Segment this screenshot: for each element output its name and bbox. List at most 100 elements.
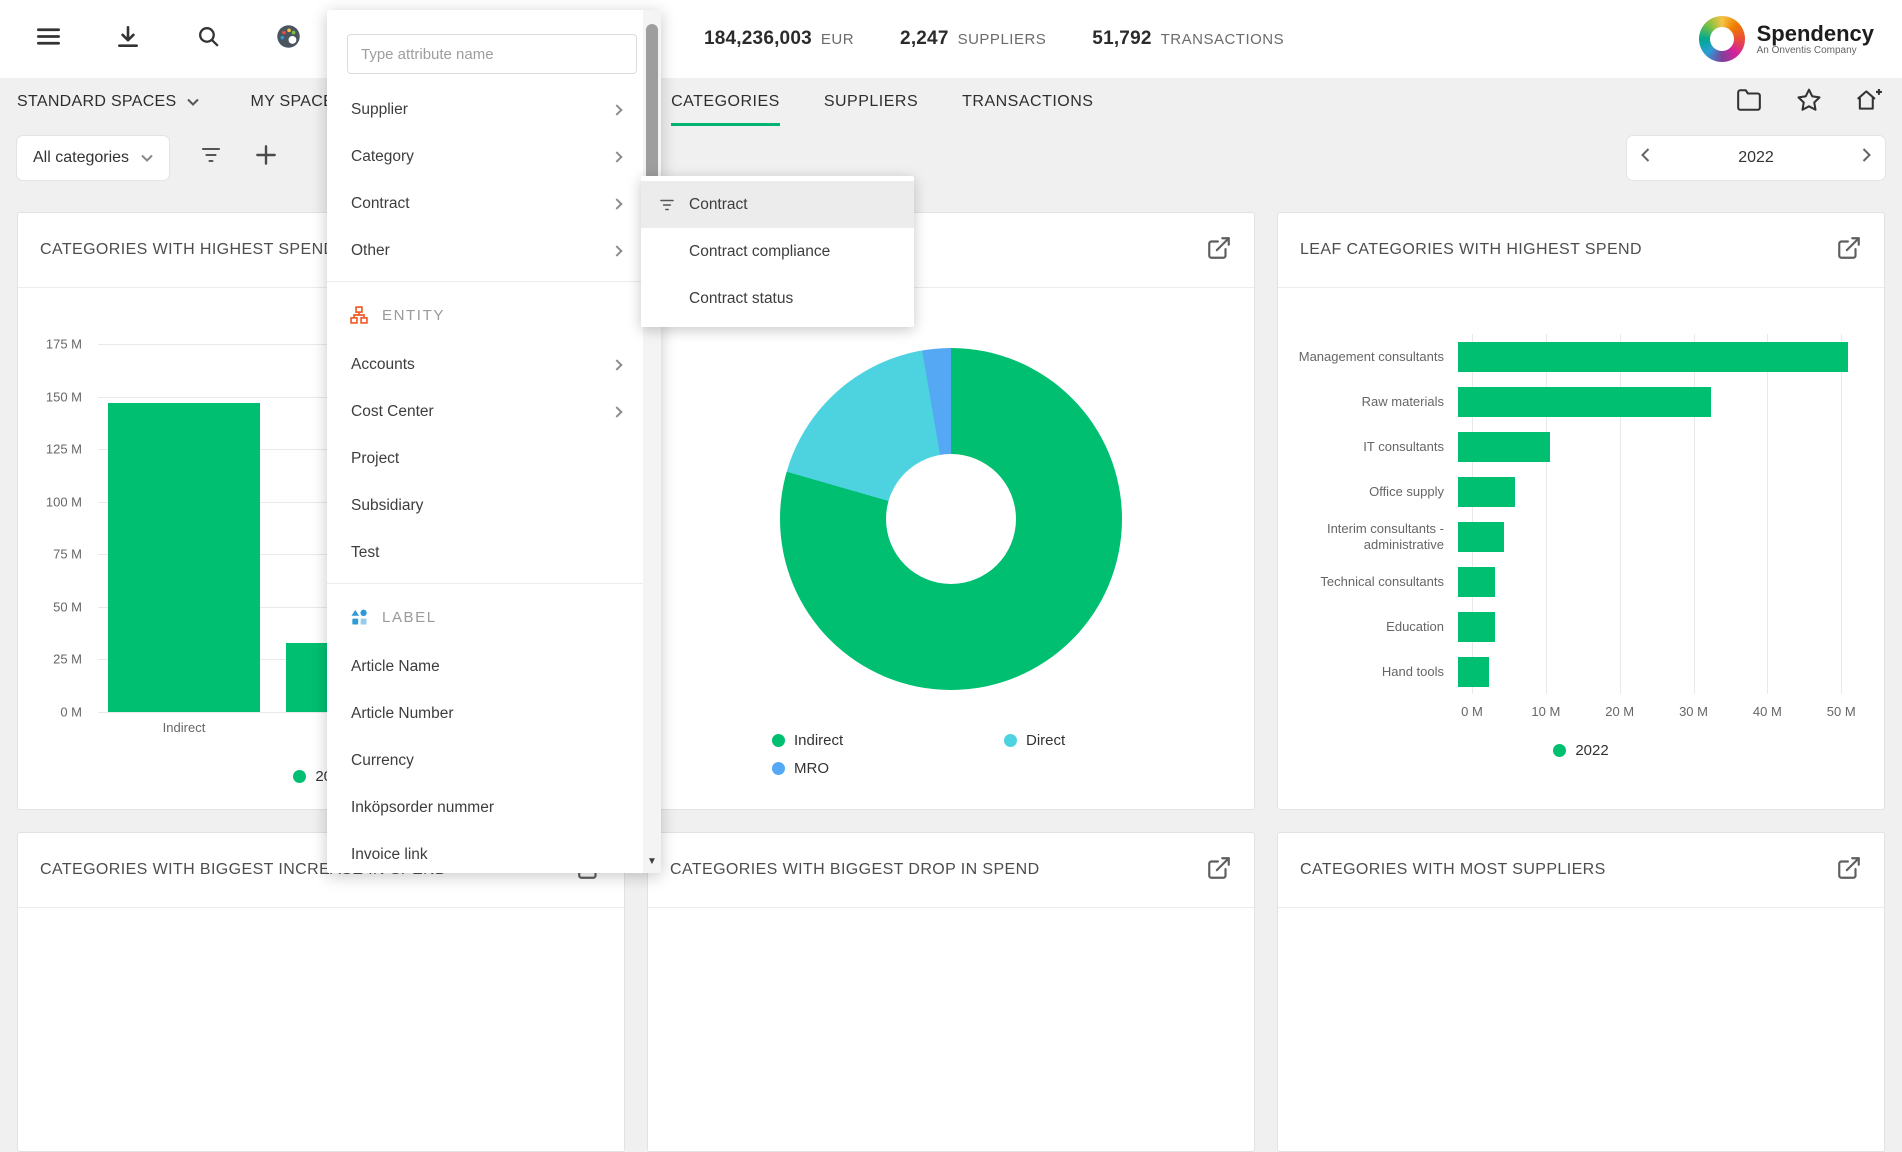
chevron-right-icon <box>611 151 622 162</box>
legend-dot <box>772 734 785 747</box>
attribute-item-label: Test <box>351 544 379 562</box>
leaf-legend-dot <box>1553 744 1566 757</box>
submenu-item-contract-compliance[interactable]: Contract compliance <box>641 228 914 275</box>
bar-it-consultants[interactable] <box>1458 432 1550 462</box>
y-axis-tick: 100 M <box>46 494 82 509</box>
add-dashboard-button[interactable] <box>1853 86 1885 118</box>
category-label: Interim consultants - administrative <box>1278 521 1458 552</box>
scroll-down-arrow-icon[interactable]: ▼ <box>643 856 661 867</box>
kpi-transactions: 51,792 TRANSACTIONS <box>1092 28 1284 50</box>
card-title: CATEGORIES WITH HIGHEST SPEND <box>40 241 335 259</box>
x-axis-tick: 0 M <box>1461 704 1483 719</box>
chart-row: Hand tools <box>1278 649 1884 694</box>
y-axis-tick: 0 M <box>60 705 82 720</box>
section-title: ENTITY <box>382 307 445 324</box>
attribute-search <box>347 34 637 74</box>
submenu-item-contract-status[interactable]: Contract status <box>641 275 914 322</box>
tab-transactions[interactable]: TRANSACTIONS <box>962 78 1093 126</box>
attribute-item-cost-center[interactable]: Cost Center <box>327 388 643 435</box>
attribute-item-ink-psorder-nummer[interactable]: Inköpsorder nummer <box>327 784 643 831</box>
category-label: Management consultants <box>1278 349 1458 365</box>
attribute-item-accounts[interactable]: Accounts <box>327 341 643 388</box>
bar-technical-consultants[interactable] <box>1458 567 1495 597</box>
folder-button[interactable] <box>1733 86 1765 118</box>
standard-spaces-menu[interactable]: STANDARD SPACES <box>17 78 199 126</box>
next-year-button[interactable] <box>1862 148 1871 167</box>
attribute-item-supplier[interactable]: Supplier <box>327 86 643 133</box>
y-axis-tick: 50 M <box>53 599 82 614</box>
category-filter-select[interactable]: All categories <box>17 136 169 180</box>
donut-ring <box>780 348 1122 690</box>
bar-management-consultants[interactable] <box>1458 342 1848 372</box>
chart-row: IT consultants <box>1278 424 1884 469</box>
attribute-item-article-name[interactable]: Article Name <box>327 643 643 690</box>
legend-label: 2022 <box>1575 742 1608 759</box>
attribute-item-contract[interactable]: Contract <box>327 180 643 227</box>
attribute-item-invoice-link[interactable]: Invoice link <box>327 831 643 873</box>
bar-raw-materials[interactable] <box>1458 387 1711 417</box>
filterbar: All categories 2022 <box>0 126 1902 189</box>
bar-track <box>1458 567 1856 597</box>
attribute-menu-top-items: SupplierCategoryContractOther <box>327 86 643 274</box>
category-label: Raw materials <box>1278 394 1458 410</box>
theme-button[interactable] <box>268 19 308 59</box>
tab-categories[interactable]: CATEGORIES <box>671 78 780 126</box>
legend-label: MRO <box>794 760 829 777</box>
bar-education[interactable] <box>1458 612 1495 642</box>
attribute-item-project[interactable]: Project <box>327 435 643 482</box>
bar-office-supply[interactable] <box>1458 477 1515 507</box>
kpi-value: 184,236,003 <box>704 28 812 50</box>
chevron-right-icon <box>611 198 622 209</box>
external-link-icon <box>1836 855 1862 886</box>
bar-hand-tools[interactable] <box>1458 657 1489 687</box>
attribute-item-label: Currency <box>351 752 414 770</box>
brand-tagline: An Onventis Company <box>1757 45 1874 56</box>
favorite-button[interactable] <box>1793 86 1825 118</box>
dashboard-grid: CATEGORIES WITH HIGHEST SPEND 175 M150 M… <box>17 212 1885 1152</box>
chevron-right-icon <box>611 104 622 115</box>
submenu-item-label: Contract compliance <box>689 243 830 261</box>
open-in-new-button[interactable] <box>1206 855 1232 886</box>
submenu-item-contract[interactable]: Contract <box>641 181 914 228</box>
previous-year-button[interactable] <box>1641 148 1650 167</box>
attribute-item-test[interactable]: Test <box>327 529 643 576</box>
tab-suppliers[interactable]: SUPPLIERS <box>824 78 918 126</box>
attribute-dropdown-content: SupplierCategoryContractOther ENTITY Acco… <box>327 10 643 873</box>
category-label: Hand tools <box>1278 664 1458 680</box>
add-filter-button[interactable] <box>253 142 279 173</box>
attribute-item-label: Cost Center <box>351 403 434 421</box>
attribute-item-category[interactable]: Category <box>327 133 643 180</box>
attribute-item-other[interactable]: Other <box>327 227 643 274</box>
leaf-body: Management consultants Raw materials IT co… <box>1278 334 1884 694</box>
x-axis-tick: 20 M <box>1605 704 1634 719</box>
attribute-item-subsidiary[interactable]: Subsidiary <box>327 482 643 529</box>
search-button[interactable] <box>188 19 228 59</box>
chevron-down-icon <box>187 93 199 111</box>
card-title: CATEGORIES WITH BIGGEST DROP IN SPEND <box>670 861 1040 879</box>
attribute-item-label: Invoice link <box>351 846 428 864</box>
menu-button[interactable] <box>28 19 68 59</box>
kpi-value: 2,247 <box>900 28 949 50</box>
standard-spaces-label: STANDARD SPACES <box>17 93 177 111</box>
category-label: Education <box>1278 619 1458 635</box>
filter-button[interactable] <box>199 143 223 172</box>
bar-track <box>1458 477 1856 507</box>
attribute-item-article-number[interactable]: Article Number <box>327 690 643 737</box>
open-in-new-button[interactable] <box>1206 235 1232 266</box>
attribute-submenu: Contract Contract compliance Contract stat… <box>641 176 914 327</box>
attribute-item-currency[interactable]: Currency <box>327 737 643 784</box>
bar-interim-consultants-administrative[interactable] <box>1458 522 1504 552</box>
download-button[interactable] <box>108 19 148 59</box>
external-link-icon <box>1836 235 1862 266</box>
highest-ylabels: 175 M150 M125 M100 M75 M50 M25 M0 M <box>18 344 82 712</box>
scrollbar-track[interactable]: ▼ <box>643 10 661 873</box>
attribute-search-input[interactable] <box>347 34 637 74</box>
open-in-new-button[interactable] <box>1836 235 1862 266</box>
attribute-item-label: Accounts <box>351 356 415 374</box>
category-label: IT consultants <box>1278 439 1458 455</box>
category-label: Technical consultants <box>1278 574 1458 590</box>
open-in-new-button[interactable] <box>1836 855 1862 886</box>
chart-row: Education <box>1278 604 1884 649</box>
bar-indirect[interactable] <box>108 403 260 712</box>
download-icon <box>115 24 141 55</box>
